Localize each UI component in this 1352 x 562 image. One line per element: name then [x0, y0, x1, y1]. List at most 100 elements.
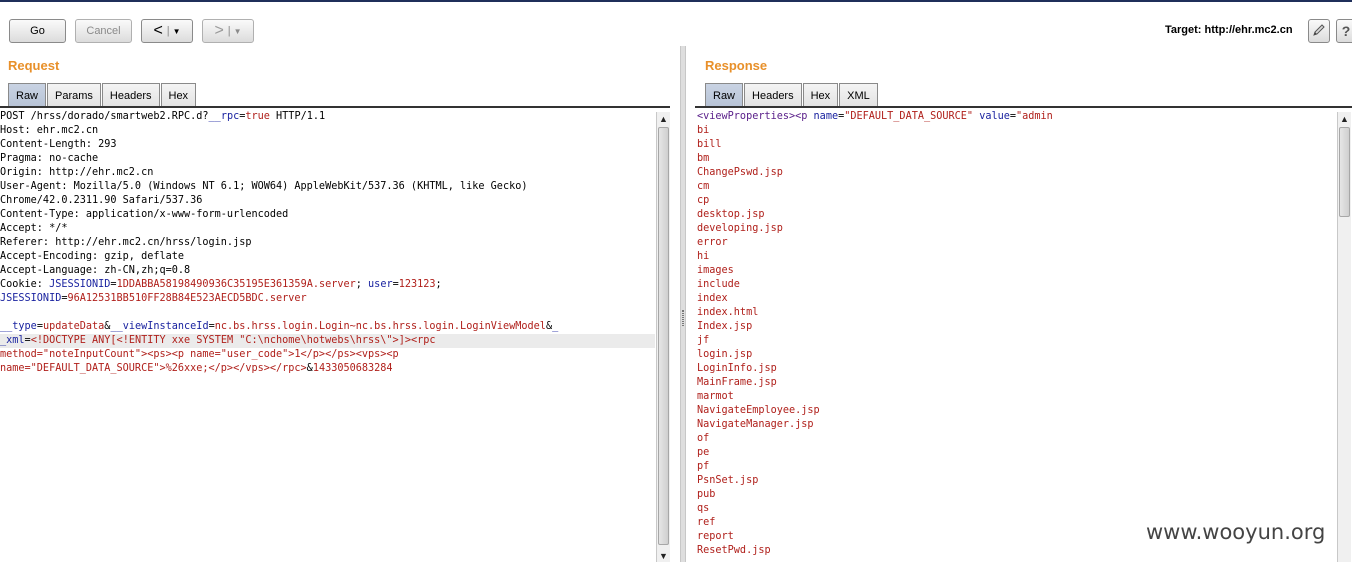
scroll-down-icon[interactable]: ▼	[657, 549, 670, 562]
request-line: method="noteInputCount"><ps><p name="use…	[0, 348, 655, 362]
tab-hex[interactable]: Hex	[802, 83, 839, 107]
response-line: qs	[697, 503, 710, 514]
request-line: Accept-Language: zh-CN,zh;q=0.8	[0, 264, 655, 278]
code-token: Content-Length: 293	[0, 139, 117, 150]
forward-button[interactable]: > | ▼	[202, 19, 254, 43]
pane-splitter[interactable]	[680, 46, 686, 562]
code-token: 1433050683284	[312, 363, 393, 374]
response-line: NavigateEmployee.jsp	[697, 405, 820, 416]
response-line: images	[697, 265, 734, 276]
request-line: Host: ehr.mc2.cn	[0, 124, 655, 138]
code-token: _	[552, 321, 559, 332]
response-tabs: Raw Headers Hex XML	[705, 83, 879, 107]
request-line: User-Agent: Mozilla/5.0 (Windows NT 6.1;…	[0, 180, 655, 194]
code-token: __viewInstanceId	[110, 321, 209, 332]
request-line: POST /hrss/dorado/smartweb2.RPC.d?__rpc=…	[0, 110, 655, 124]
code-token: name	[813, 111, 839, 122]
response-line: hi	[697, 251, 710, 262]
response-title: Response	[705, 58, 768, 73]
response-line: bm	[697, 153, 710, 164]
scroll-up-icon[interactable]: ▲	[657, 112, 670, 125]
tab-raw[interactable]: Raw	[8, 83, 47, 107]
code-token: value	[979, 111, 1010, 122]
code-token: name="DEFAULT_DATA_SOURCE">%26xxe;</p></…	[0, 363, 307, 374]
help-button[interactable]: ?	[1336, 19, 1352, 43]
scroll-thumb[interactable]	[1339, 127, 1350, 217]
scroll-thumb[interactable]	[658, 127, 669, 545]
code-token: Referer: http://ehr.mc2.cn/hrss/login.js…	[0, 237, 252, 248]
window-top-border	[0, 0, 1352, 2]
code-token: JSESSIONID	[0, 293, 62, 304]
response-line: MainFrame.jsp	[697, 377, 777, 388]
response-line: pe	[697, 447, 710, 458]
response-editor[interactable]: <viewProperties><p name="DEFAULT_DATA_SO…	[697, 110, 1337, 562]
tab-headers[interactable]: Headers	[744, 83, 802, 107]
response-line: error	[697, 237, 728, 248]
scroll-up-icon[interactable]: ▲	[1338, 112, 1351, 125]
tab-xml[interactable]: XML	[839, 83, 878, 107]
response-line: bi	[697, 125, 710, 136]
response-line: ResetPwd.jsp	[697, 545, 771, 556]
edit-target-button[interactable]	[1308, 19, 1330, 43]
code-token: Pragma: no-cache	[0, 153, 99, 164]
code-token: updateData	[42, 321, 105, 332]
back-arrow-icon: <	[153, 22, 163, 39]
request-editor[interactable]: POST /hrss/dorado/smartweb2.RPC.d?__rpc=…	[0, 110, 655, 562]
request-line	[0, 306, 655, 320]
code-token: user	[368, 279, 393, 290]
code-token: 1DDABBA58198490936C35195E361359A.server	[116, 279, 356, 290]
code-token: Cookie:	[0, 279, 50, 290]
request-line: Chrome/42.0.2311.90 Safari/537.36	[0, 194, 655, 208]
code-token: <p	[795, 111, 814, 122]
code-token: Accept-Encoding: gzip, deflate	[0, 251, 185, 262]
code-token: Host: ehr.mc2.cn	[0, 125, 99, 136]
go-button[interactable]: Go	[9, 19, 66, 43]
button-separator: |	[166, 25, 170, 37]
code-token: "DEFAULT_DATA_SOURCE"	[844, 111, 974, 122]
code-token: POST /hrss/dorado/smartweb2.RPC.d?	[0, 111, 209, 122]
splitter-grip[interactable]	[682, 310, 684, 326]
code-token: Content-Type: application/x-www-form-url…	[0, 209, 289, 220]
code-token: ;	[355, 279, 369, 290]
cancel-button[interactable]: Cancel	[75, 19, 132, 43]
response-line: jf	[697, 335, 710, 346]
button-separator: |	[227, 25, 231, 37]
response-line: LoginInfo.jsp	[697, 363, 777, 374]
response-scrollbar[interactable]: ▲	[1337, 112, 1351, 562]
code-token: method="noteInputCount"><ps><p name="use…	[0, 349, 399, 360]
code-token: 123123	[398, 279, 436, 290]
response-line: Index.jsp	[697, 321, 753, 332]
request-line: name="DEFAULT_DATA_SOURCE">%26xxe;</p></…	[0, 362, 655, 376]
response-line: index	[697, 293, 728, 304]
request-scrollbar[interactable]: ▲ ▼	[656, 112, 670, 562]
code-token: nc.bs.hrss.login.Login~nc.bs.hrss.login.…	[214, 321, 546, 332]
code-token: JSESSIONID	[49, 279, 111, 290]
tab-raw[interactable]: Raw	[705, 83, 744, 107]
tab-hex[interactable]: Hex	[160, 83, 197, 107]
code-token: User-Agent: Mozilla/5.0 (Windows NT 6.1;…	[0, 181, 528, 192]
request-tabs: Raw Params Headers Hex	[8, 83, 197, 107]
help-icon: ?	[1341, 23, 1351, 39]
tab-headers[interactable]: Headers	[101, 83, 160, 107]
back-button[interactable]: < | ▼	[141, 19, 193, 43]
chevron-down-icon[interactable]: ▼	[234, 27, 242, 36]
response-line: include	[697, 279, 740, 290]
response-line: cp	[697, 195, 710, 206]
code-token: __rpc	[208, 111, 240, 122]
request-line: Origin: http://ehr.mc2.cn	[0, 166, 655, 180]
request-line: Content-Type: application/x-www-form-url…	[0, 208, 655, 222]
response-line: desktop.jsp	[697, 209, 765, 220]
cancel-label: Cancel	[86, 25, 121, 37]
response-line: pub	[697, 489, 716, 500]
response-line: index.html	[697, 307, 759, 318]
request-line: Content-Length: 293	[0, 138, 655, 152]
tab-params[interactable]: Params	[47, 83, 101, 107]
go-label: Go	[30, 25, 45, 37]
code-token: Accept-Language: zh-CN,zh;q=0.8	[0, 265, 191, 276]
response-line: cm	[697, 181, 710, 192]
request-tab-underline	[0, 106, 670, 108]
chevron-down-icon[interactable]: ▼	[173, 27, 181, 36]
response-line: of	[697, 433, 710, 444]
response-line: developing.jsp	[697, 223, 783, 234]
forward-arrow-icon: >	[214, 22, 224, 39]
